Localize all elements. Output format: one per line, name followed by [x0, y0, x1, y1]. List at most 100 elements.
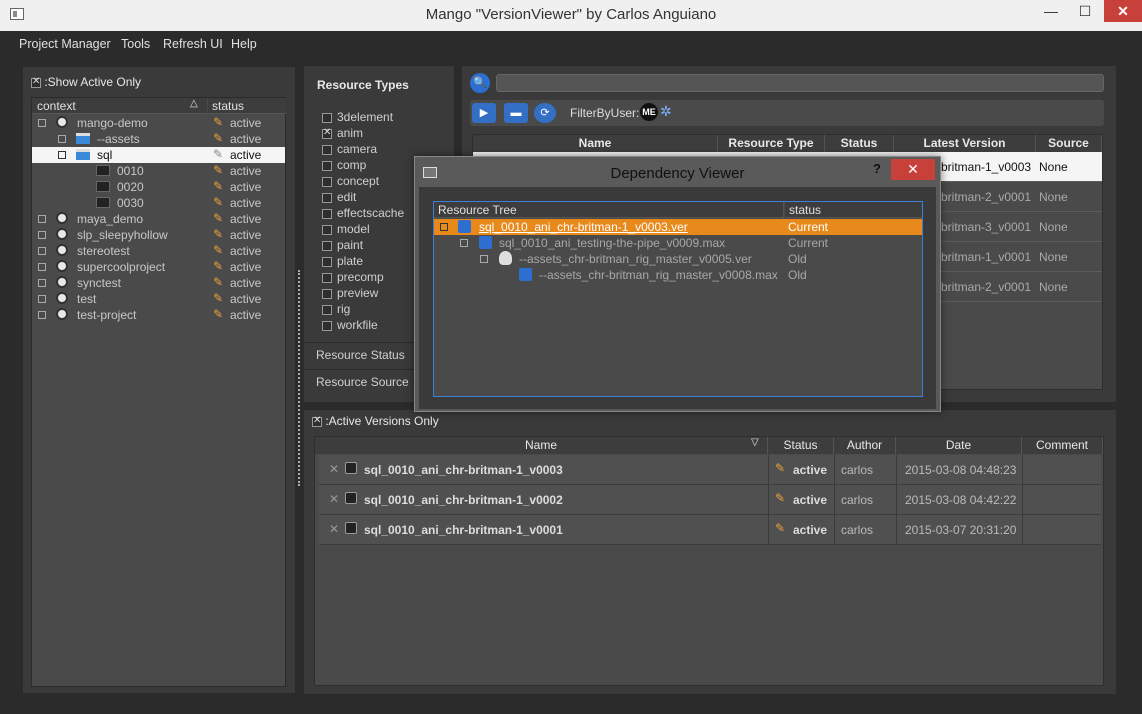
- resource-type-model[interactable]: model: [322, 222, 370, 236]
- resource-type-preview[interactable]: preview: [322, 286, 378, 300]
- checkbox[interactable]: [322, 208, 332, 219]
- resource-type-plate[interactable]: plate: [322, 254, 363, 268]
- dialog-title-bar[interactable]: Dependency Viewer ? ✕: [415, 157, 940, 187]
- close-icon[interactable]: ✕: [329, 462, 339, 476]
- checkbox[interactable]: [322, 256, 332, 267]
- resource-type-anim[interactable]: anim: [322, 126, 363, 140]
- resource-type-3delement[interactable]: 3delement: [322, 110, 393, 124]
- users-icon[interactable]: ✲: [660, 103, 672, 120]
- close-icon[interactable]: ✕: [329, 492, 339, 506]
- resource-type-camera[interactable]: camera: [322, 142, 377, 156]
- user-badge[interactable]: ME: [640, 103, 658, 121]
- column-header-author[interactable]: Author: [834, 437, 896, 454]
- minimize-button[interactable]: —: [1034, 0, 1068, 22]
- close-icon[interactable]: ✕: [329, 522, 339, 536]
- tree-row[interactable]: maya_demo ✎ active: [32, 211, 285, 227]
- column-header-status[interactable]: Status: [768, 437, 834, 454]
- menu-refresh-ui[interactable]: Refresh UI: [163, 37, 223, 51]
- expand-icon[interactable]: [58, 151, 66, 159]
- active-versions-toggle[interactable]: :Active Versions Only: [312, 414, 439, 428]
- version-row[interactable]: ✕ sql_0010_ani_chr-britman-1_v0001 ✎ act…: [319, 515, 1101, 545]
- help-button[interactable]: ?: [873, 161, 881, 176]
- expand-icon[interactable]: [480, 255, 488, 263]
- resource-type-rig[interactable]: rig: [322, 302, 350, 316]
- checkbox[interactable]: [322, 192, 332, 203]
- expand-icon[interactable]: [38, 263, 46, 271]
- versions-table[interactable]: Name ▽ Status Author Date Comment ✕ sql_0…: [314, 436, 1104, 686]
- expand-icon[interactable]: [38, 311, 46, 319]
- tree-row[interactable]: stereotest ✎ active: [32, 243, 285, 259]
- tree-row-selected[interactable]: sql ✎ active: [32, 147, 285, 163]
- show-active-checkbox[interactable]: [31, 76, 41, 88]
- column-header-status[interactable]: Status: [825, 135, 894, 152]
- column-header-date[interactable]: Date: [896, 437, 1022, 454]
- context-column-header[interactable]: context △: [32, 98, 207, 114]
- search-icon[interactable]: 🔍: [470, 73, 490, 93]
- expand-icon[interactable]: [38, 119, 46, 127]
- resource-type-effectscache[interactable]: effectscache: [322, 206, 404, 220]
- checkbox[interactable]: [322, 160, 332, 171]
- expand-icon[interactable]: [38, 247, 46, 255]
- play-button[interactable]: ▶: [472, 103, 496, 123]
- resource-types-header[interactable]: Resource Types: [317, 78, 409, 92]
- column-header-name[interactable]: Name: [473, 135, 718, 152]
- column-header-latest-version[interactable]: Latest Version: [894, 135, 1036, 152]
- resource-type-edit[interactable]: edit: [322, 190, 356, 204]
- menu-help[interactable]: Help: [231, 37, 257, 51]
- resource-type-paint[interactable]: paint: [322, 238, 363, 252]
- resource-tree-header[interactable]: Resource Tree: [434, 202, 784, 218]
- column-header-source[interactable]: Source: [1036, 135, 1102, 152]
- tree-row[interactable]: supercoolproject ✎ active: [32, 259, 285, 275]
- checkbox[interactable]: [322, 288, 332, 299]
- checkbox[interactable]: [322, 240, 332, 251]
- dependency-row[interactable]: sql_0010_ani_testing-the-pipe_v0009.max …: [434, 235, 922, 251]
- column-header-comment[interactable]: Comment: [1022, 437, 1103, 454]
- checkbox[interactable]: [322, 127, 332, 139]
- checkbox[interactable]: [322, 112, 332, 123]
- menu-tools[interactable]: Tools: [121, 37, 150, 51]
- close-button[interactable]: ✕: [1104, 0, 1142, 22]
- column-header-name[interactable]: Name ▽: [315, 437, 768, 454]
- expand-icon[interactable]: [38, 295, 46, 303]
- tree-row[interactable]: synctest ✎ active: [32, 275, 285, 291]
- tree-row[interactable]: --assets ✎ active: [32, 131, 285, 147]
- maximize-button[interactable]: ☐: [1068, 0, 1102, 22]
- menu-project-manager[interactable]: Project Manager: [19, 37, 111, 51]
- tree-row[interactable]: 0010 ✎ active: [32, 163, 285, 179]
- column-header-resource-type[interactable]: Resource Type: [718, 135, 825, 152]
- checkbox[interactable]: [322, 320, 332, 331]
- expand-icon[interactable]: [460, 239, 468, 247]
- tree-row[interactable]: 0020 ✎ active: [32, 179, 285, 195]
- resource-type-comp[interactable]: comp: [322, 158, 366, 172]
- version-row[interactable]: ✕ sql_0010_ani_chr-britman-1_v0003 ✎ act…: [319, 455, 1101, 485]
- context-tree[interactable]: context △ status mango-demo ✎ active --a…: [31, 97, 286, 687]
- tree-row[interactable]: slp_sleepyhollow ✎ active: [32, 227, 285, 243]
- dependency-row[interactable]: --assets_chr-britman_rig_master_v0005.ve…: [434, 251, 922, 267]
- expand-icon[interactable]: [58, 135, 66, 143]
- status-column-header[interactable]: status: [208, 98, 286, 114]
- resource-tree[interactable]: Resource Tree status sql_0010_ani_chr-br…: [433, 201, 923, 397]
- checkbox[interactable]: [322, 304, 332, 315]
- checkbox[interactable]: [322, 272, 332, 283]
- tree-row[interactable]: 0030 ✎ active: [32, 195, 285, 211]
- resource-type-precomp[interactable]: precomp: [322, 270, 384, 284]
- expand-icon[interactable]: [38, 215, 46, 223]
- splitter-handle[interactable]: [298, 270, 300, 486]
- active-versions-checkbox[interactable]: [312, 415, 322, 427]
- tree-row[interactable]: test ✎ active: [32, 291, 285, 307]
- dependency-status-header[interactable]: status: [785, 202, 922, 218]
- checkbox[interactable]: [322, 176, 332, 187]
- expand-icon[interactable]: [38, 231, 46, 239]
- expand-icon[interactable]: [440, 223, 448, 231]
- show-active-toggle[interactable]: :Show Active Only: [31, 75, 141, 89]
- checkbox[interactable]: [322, 224, 332, 235]
- dependency-row-selected[interactable]: sql_0010_ani_chr-britman-1_v0003.ver Cur…: [434, 219, 922, 235]
- resource-type-concept[interactable]: concept: [322, 174, 379, 188]
- resource-type-workfile[interactable]: workfile: [322, 318, 378, 332]
- expand-icon[interactable]: [38, 279, 46, 287]
- checkbox[interactable]: [322, 144, 332, 155]
- refresh-button[interactable]: ⟳: [534, 103, 556, 123]
- dialog-close-button[interactable]: ✕: [891, 159, 935, 180]
- search-input[interactable]: [496, 74, 1104, 92]
- folder-button[interactable]: ▬: [504, 103, 528, 123]
